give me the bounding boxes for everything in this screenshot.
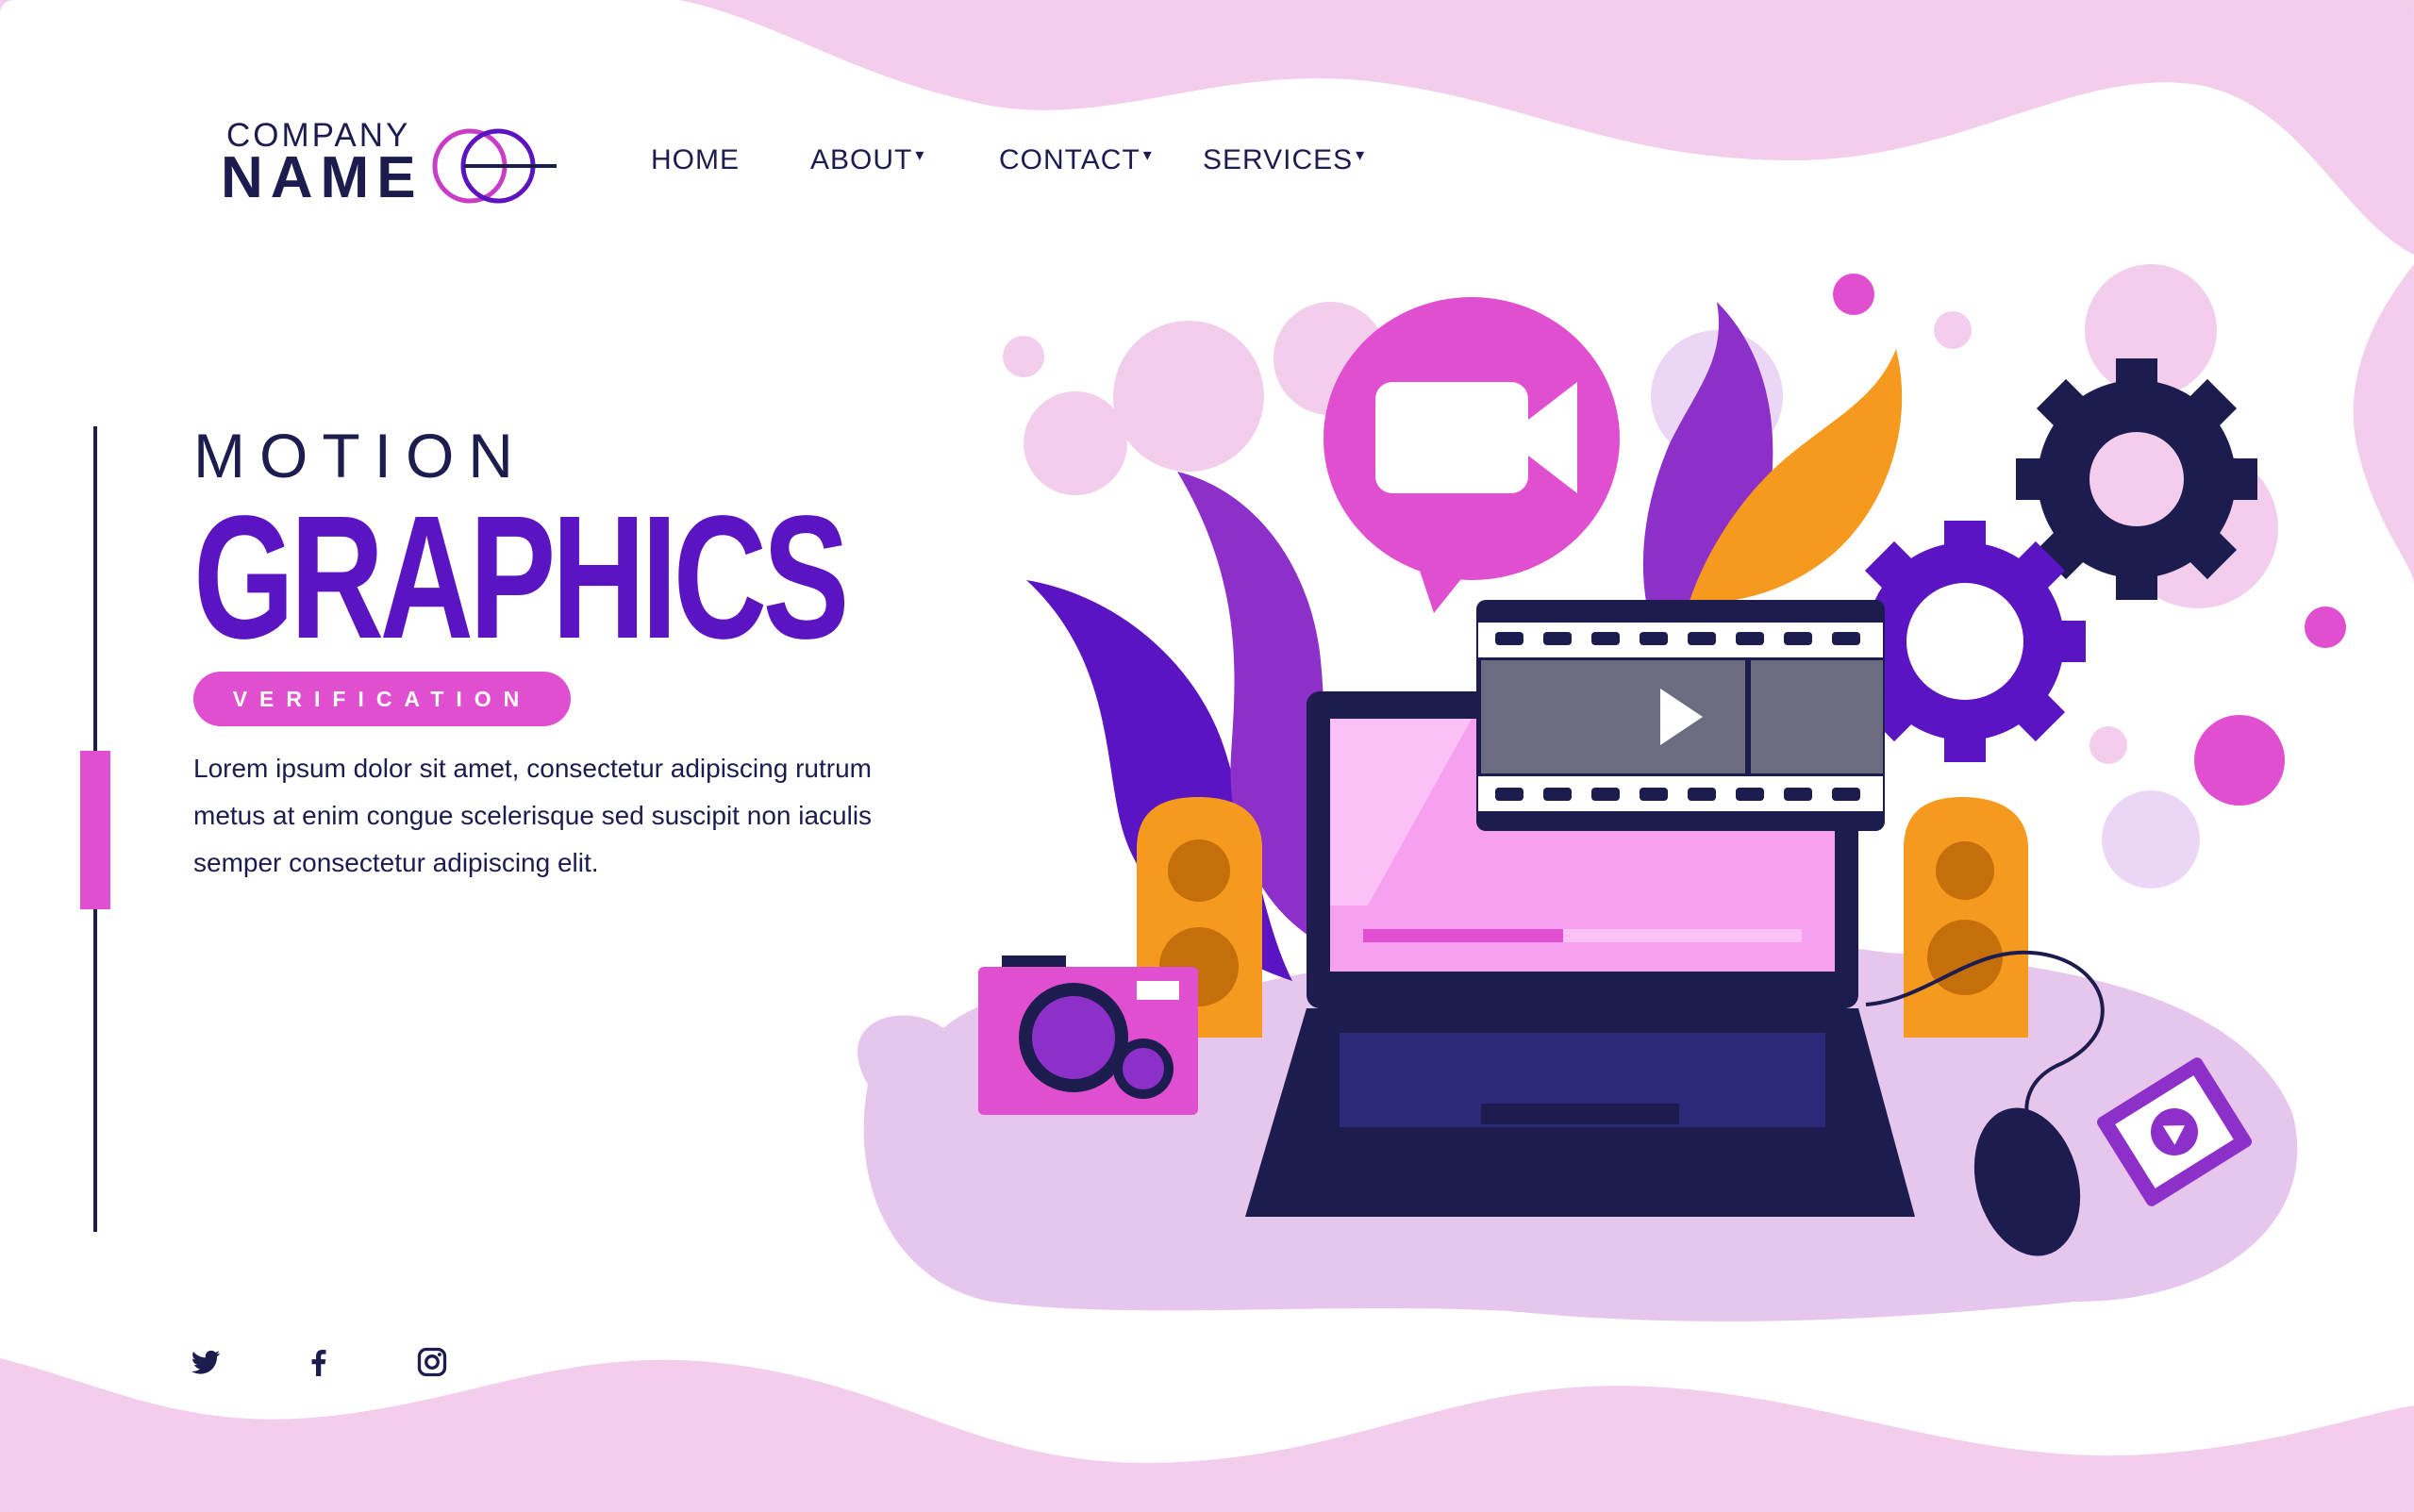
chevron-down-icon: ▾ <box>915 145 925 164</box>
nav-about-label: ABOUT <box>810 144 913 175</box>
decor-blob <box>1113 321 1264 472</box>
nav-about[interactable]: ABOUT ▾ <box>810 141 924 179</box>
facebook-icon[interactable] <box>302 1345 336 1379</box>
scroll-indicator[interactable] <box>80 751 110 909</box>
hero-description: Lorem ipsum dolor sit amet, consectetur … <box>193 754 873 877</box>
camera-icon <box>978 955 1198 1115</box>
video-camera-bubble <box>1324 297 1620 613</box>
decor-blob <box>1024 391 1127 495</box>
nav-services[interactable]: SERVICES ▾ <box>1203 141 1365 179</box>
overlapping-circles-logo-icon <box>432 128 557 204</box>
decor-dot <box>1833 274 1874 315</box>
decor-dot <box>1934 311 1972 349</box>
nav-home[interactable]: HOME <box>651 141 740 179</box>
decor-dot <box>1003 336 1044 377</box>
decor-dot <box>2194 715 2285 806</box>
logo-name-text: NAME <box>221 145 424 210</box>
decor-dot <box>2305 606 2346 648</box>
chevron-down-icon: ▾ <box>1142 145 1153 164</box>
landing-page: COMPANY NAME HOME ABOUT ▾ CONTACT ▾ SERVIC… <box>0 0 2414 1512</box>
decor-dot <box>2089 726 2127 764</box>
motion-graphics-illustration <box>857 264 2346 1321</box>
company-logo[interactable]: COMPANY NAME <box>221 117 560 210</box>
decor-blob <box>2102 790 2200 889</box>
film-strip <box>1476 600 1885 831</box>
twitter-icon[interactable] <box>189 1345 223 1379</box>
verification-button[interactable]: VERIFICATION <box>193 672 571 726</box>
hero-title: GRAPHICS <box>193 480 849 675</box>
nav-contact[interactable]: CONTACT ▾ <box>999 141 1153 179</box>
nav-contact-label: CONTACT <box>999 144 1140 175</box>
nav-services-label: SERVICES <box>1203 144 1354 175</box>
speaker-icon <box>1904 797 2028 1038</box>
nav-home-label: HOME <box>651 144 740 175</box>
instagram-icon[interactable] <box>415 1345 449 1379</box>
chevron-down-icon: ▾ <box>1356 145 1366 164</box>
